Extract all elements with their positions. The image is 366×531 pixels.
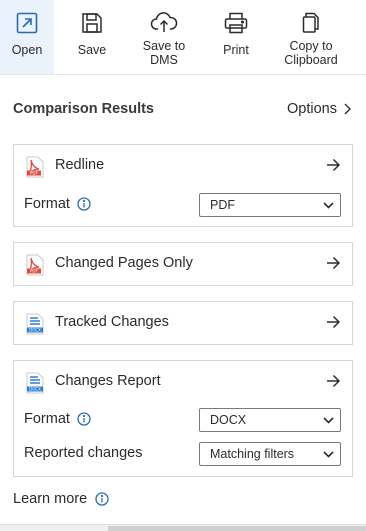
open-label: Open: [11, 43, 43, 57]
horizontal-scrollbar[interactable]: [0, 524, 366, 531]
arrow-right-icon: [326, 315, 341, 334]
changed-pages-card: PDF Changed Pages Only: [13, 242, 353, 286]
open-external-icon: [16, 10, 38, 36]
copy-label-line1: Copy to: [289, 39, 333, 53]
open-button[interactable]: Open: [0, 0, 54, 74]
reported-changes-row: Reported changes Matching filters: [14, 442, 352, 466]
comparison-results-title: Comparison Results: [13, 101, 154, 117]
svg-text:PDF: PDF: [30, 269, 39, 274]
changed-pages-row[interactable]: PDF Changed Pages Only: [14, 243, 352, 285]
arrow-right-icon: [326, 158, 341, 177]
svg-text:DOCX: DOCX: [29, 387, 41, 392]
pdf-file-icon: PDF: [26, 254, 44, 281]
redline-title: Redline: [55, 157, 105, 173]
cloud-upload-icon: [150, 10, 178, 36]
changes-report-title: Changes Report: [55, 373, 161, 389]
arrow-right-icon: [326, 374, 341, 393]
save-label: Save: [77, 43, 107, 57]
info-icon[interactable]: [77, 412, 91, 426]
redline-card: PDF Redline Format PDF: [13, 144, 353, 227]
chevron-right-icon: [344, 103, 351, 115]
report-format-value: DOCX: [210, 413, 247, 427]
svg-text:PDF: PDF: [30, 171, 39, 176]
info-icon[interactable]: [77, 197, 91, 211]
copy-label-line2: Clipboard: [284, 53, 338, 67]
format-label: Format: [24, 411, 70, 427]
info-icon: [95, 492, 109, 506]
format-label: Format: [24, 196, 70, 212]
redline-format-value: PDF: [210, 198, 235, 212]
printer-icon: [224, 10, 248, 36]
tracked-changes-title: Tracked Changes: [55, 314, 169, 330]
tracked-changes-row[interactable]: DOCX Tracked Changes: [14, 302, 352, 344]
save-dms-label-line1: Save to: [142, 39, 186, 53]
redline-format-select[interactable]: PDF: [199, 193, 341, 217]
save-to-dms-button[interactable]: Save to DMS: [130, 0, 198, 74]
chevron-down-icon: [323, 451, 334, 458]
redline-row[interactable]: PDF Redline: [14, 145, 352, 187]
copy-icon: [301, 10, 321, 36]
reported-changes-label: Reported changes: [24, 445, 143, 461]
copy-to-clipboard-button[interactable]: Copy to Clipboard: [276, 0, 346, 74]
chevron-down-icon: [323, 202, 334, 209]
toolbar: Open Save Save to DMS Print Copy to Clip…: [0, 0, 366, 75]
options-label: Options: [287, 101, 337, 117]
chevron-down-icon: [323, 417, 334, 424]
reported-changes-value: Matching filters: [210, 447, 295, 461]
print-label: Print: [223, 43, 249, 57]
docx-file-icon: DOCX: [26, 372, 44, 399]
report-format-row: Format DOCX: [14, 408, 352, 432]
pdf-file-icon: PDF: [26, 156, 44, 183]
docx-file-icon: DOCX: [26, 313, 44, 340]
save-button[interactable]: Save: [64, 0, 120, 74]
changed-pages-title: Changed Pages Only: [55, 255, 193, 271]
learn-more-label: Learn more: [13, 491, 88, 507]
print-button[interactable]: Print: [208, 0, 264, 74]
tracked-changes-card: DOCX Tracked Changes: [13, 301, 353, 345]
save-dms-label-line2: DMS: [150, 53, 178, 67]
redline-format-row: Format PDF: [14, 193, 352, 217]
learn-more-link[interactable]: Learn more: [13, 491, 109, 507]
options-link[interactable]: Options: [287, 101, 351, 117]
floppy-disk-icon: [81, 10, 103, 36]
reported-changes-select[interactable]: Matching filters: [199, 442, 341, 466]
arrow-right-icon: [326, 256, 341, 275]
scrollbar-thumb[interactable]: [108, 526, 366, 531]
report-format-select[interactable]: DOCX: [199, 408, 341, 432]
svg-text:DOCX: DOCX: [29, 328, 41, 333]
changes-report-card: DOCX Changes Report Format DOCX Reported…: [13, 360, 353, 477]
changes-report-row[interactable]: DOCX Changes Report: [14, 361, 352, 403]
comparison-results-header: Comparison Results Options: [13, 101, 351, 121]
